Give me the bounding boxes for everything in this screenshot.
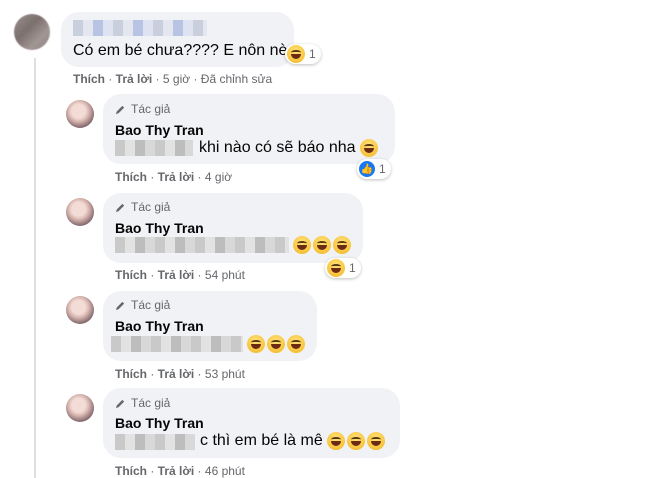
like-reaction-icon: 👍 <box>359 161 375 177</box>
reply-link[interactable]: Trả lời <box>158 367 195 381</box>
laughing-emoji-icon <box>360 139 379 157</box>
like-link[interactable]: Thích <box>115 170 147 184</box>
reaction-count: 1 <box>309 47 316 61</box>
author-badge: Tác giả <box>115 200 170 214</box>
like-link[interactable]: Thích <box>115 464 147 478</box>
author-name[interactable]: Bao Thy Tran <box>115 220 204 236</box>
reply-link[interactable]: Trả lời <box>158 464 195 478</box>
redacted-mention[interactable] <box>115 434 195 450</box>
reply-actions: Thích · Trả lời · 4 giờ <box>115 170 233 184</box>
author-name[interactable]: Bao Thy Tran <box>115 122 204 138</box>
author-avatar[interactable] <box>66 100 94 128</box>
author-badge: Tác giả <box>115 298 170 312</box>
author-avatar[interactable] <box>66 198 94 226</box>
reply-actions: Thích · Trả lời · 53 phút <box>115 367 245 381</box>
comment-time[interactable]: 46 phút <box>205 464 245 478</box>
like-link[interactable]: Thích <box>73 72 105 86</box>
thread-line <box>34 58 36 478</box>
pencil-icon <box>115 399 125 408</box>
emoji-group <box>247 335 305 353</box>
laughing-emoji-icon <box>267 335 285 353</box>
laughing-emoji-icon <box>313 236 331 254</box>
pencil-icon <box>115 105 125 114</box>
reply-link[interactable]: Trả lời <box>116 72 153 86</box>
reply-bubble: Tác giả Bao Thy Tran khi nào có sẽ báo n… <box>103 94 395 164</box>
comment-time[interactable]: 5 giờ <box>163 72 190 86</box>
commenter-name-redacted[interactable] <box>73 20 207 36</box>
top-comment-actions: Thích · Trả lời · 5 giờ · Đã chỉnh sửa <box>73 72 273 86</box>
laughing-emoji-icon <box>287 45 305 63</box>
comment-time[interactable]: 54 phút <box>205 268 245 282</box>
redacted-text <box>115 237 289 253</box>
pencil-icon <box>115 301 125 310</box>
author-avatar[interactable] <box>66 394 94 422</box>
like-link[interactable]: Thích <box>115 367 147 381</box>
reply-reaction[interactable]: 👍 1 <box>357 159 391 179</box>
laughing-emoji-icon <box>327 432 346 450</box>
laughing-emoji-icon <box>367 432 386 450</box>
laughing-emoji-icon <box>327 259 345 277</box>
emoji-group <box>293 236 351 254</box>
comment-time[interactable]: 53 phút <box>205 367 245 381</box>
reply-bubble: Tác giả Bao Thy Tran <box>103 291 317 361</box>
laughing-emoji-icon <box>247 335 265 353</box>
reply-actions: Thích · Trả lời · 46 phút <box>115 464 245 478</box>
commenter-avatar[interactable] <box>14 14 50 50</box>
reply-actions: Thích · Trả lời · 54 phút <box>115 268 245 282</box>
laughing-emoji-icon <box>333 236 351 254</box>
author-name[interactable]: Bao Thy Tran <box>115 318 204 334</box>
reply-text: c thì em bé là mê <box>200 432 386 450</box>
pencil-icon <box>115 203 125 212</box>
author-badge: Tác giả <box>115 102 170 116</box>
reply-text: khi nào có sẽ báo nha <box>199 139 379 157</box>
reply-bubble: Tác giả Bao Thy Tran c thì em bé là mê <box>103 388 400 458</box>
reply-reaction[interactable]: 1 <box>325 258 361 278</box>
edited-label: Đã chỉnh sửa <box>200 72 273 86</box>
author-badge: Tác giả <box>115 396 170 410</box>
laughing-emoji-icon <box>347 432 366 450</box>
comment-time[interactable]: 4 giờ <box>205 170 232 184</box>
reply-link[interactable]: Trả lời <box>158 170 195 184</box>
author-name[interactable]: Bao Thy Tran <box>115 415 204 431</box>
reply-link[interactable]: Trả lời <box>158 268 195 282</box>
laughing-emoji-icon <box>287 335 305 353</box>
top-comment-text: Có em bé chưa???? E nôn nè <box>73 42 288 59</box>
top-comment-reaction[interactable]: 1 <box>285 44 321 64</box>
redacted-mention[interactable] <box>115 140 193 156</box>
like-link[interactable]: Thích <box>115 268 147 282</box>
redacted-text <box>111 336 243 352</box>
laughing-emoji-icon <box>293 236 311 254</box>
author-avatar[interactable] <box>66 296 94 324</box>
reply-bubble: Tác giả Bao Thy Tran <box>103 193 363 263</box>
top-comment-bubble: Có em bé chưa???? E nôn nè <box>61 12 294 67</box>
